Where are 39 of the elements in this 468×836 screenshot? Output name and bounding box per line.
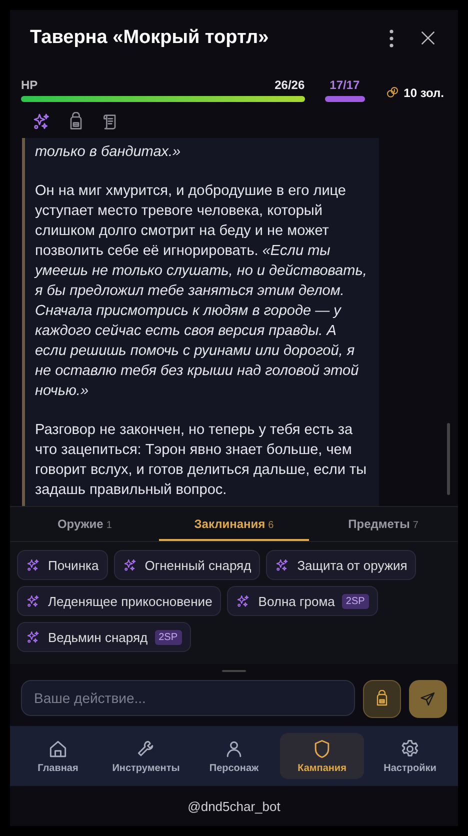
- home-icon: [47, 738, 69, 760]
- inventory-button[interactable]: [363, 680, 401, 718]
- story-paragraph: Он на миг хмурится, и добродушие в его лице уступает место тревоге человека, который слишком долго смотрит на беду и не может позволить себе её игнорировать. «Если ты умеешь не только слушать, но и действовать, я бы предложил тебе заняться этим делом. Сначала присмотрись к людям в городе — у каждого сейчас есть своя версия правды. А если решишь помочь с руинами или дорогой, я не оставлю тебя без крыши над головой этой ночью.»: [35, 182, 368, 401]
- story-paragraph: Разговор не закончен, но теперь у тебя есть за что зацепиться: Тэрон явно знает больше, чем говорит вслух, и готов делиться дальше, если ты задашь правильный вопрос.: [35, 421, 368, 500]
- sparkles-icon: [26, 594, 41, 608]
- sparkles-icon: [26, 558, 41, 572]
- spell-chip[interactable]: Волна грома 2SP: [227, 586, 378, 616]
- send-button[interactable]: [409, 680, 447, 718]
- sparkles-icon: [236, 594, 252, 608]
- nav-tab[interactable]: Инструменты: [104, 733, 188, 779]
- nav-tab[interactable]: Главная: [16, 733, 100, 779]
- bot-username: @dnd5char_bot: [188, 798, 280, 814]
- sparkles-icon: [26, 630, 41, 644]
- hp-label: HP: [21, 78, 38, 92]
- coins-icon: [384, 85, 400, 100]
- sparkles-icon: [122, 558, 138, 572]
- spell-chip[interactable]: Огненный снаряд: [114, 550, 260, 580]
- spell-chip[interactable]: Леденящее прикосновение: [17, 586, 222, 616]
- inventory-tab[interactable]: Предметы 7: [308, 507, 458, 541]
- story-paragraph: только в бандитах.»: [35, 143, 182, 162]
- nav-tab[interactable]: Персонаж: [192, 733, 276, 779]
- cost-badge: 2SP: [154, 630, 182, 644]
- inventory-tab[interactable]: Оружие 1: [10, 507, 160, 541]
- cost-badge: 2SP: [342, 594, 369, 608]
- currency-amount: 10 зол.: [404, 86, 444, 100]
- sparkles-icon: [32, 112, 52, 132]
- hp-value: 26/26: [274, 78, 305, 92]
- spell-chip[interactable]: Защита от оружия: [266, 550, 416, 580]
- mana-value: 17/17: [330, 78, 360, 92]
- action-field[interactable]: Ваше действие...: [21, 680, 355, 716]
- scrollbar-thumb: [447, 423, 450, 495]
- nav-tab[interactable]: Кампания: [280, 733, 364, 779]
- spell-chip[interactable]: Починка: [17, 550, 108, 580]
- nav-tab[interactable]: Настройки: [368, 733, 452, 779]
- sparkles-icon: [275, 558, 290, 572]
- window-title: Таверна «Мокрый тортл»: [30, 27, 270, 49]
- more-icon: [389, 28, 394, 48]
- send-icon: [419, 690, 437, 708]
- spell-chip[interactable]: Ведьмин снаряд 2SP: [17, 622, 190, 652]
